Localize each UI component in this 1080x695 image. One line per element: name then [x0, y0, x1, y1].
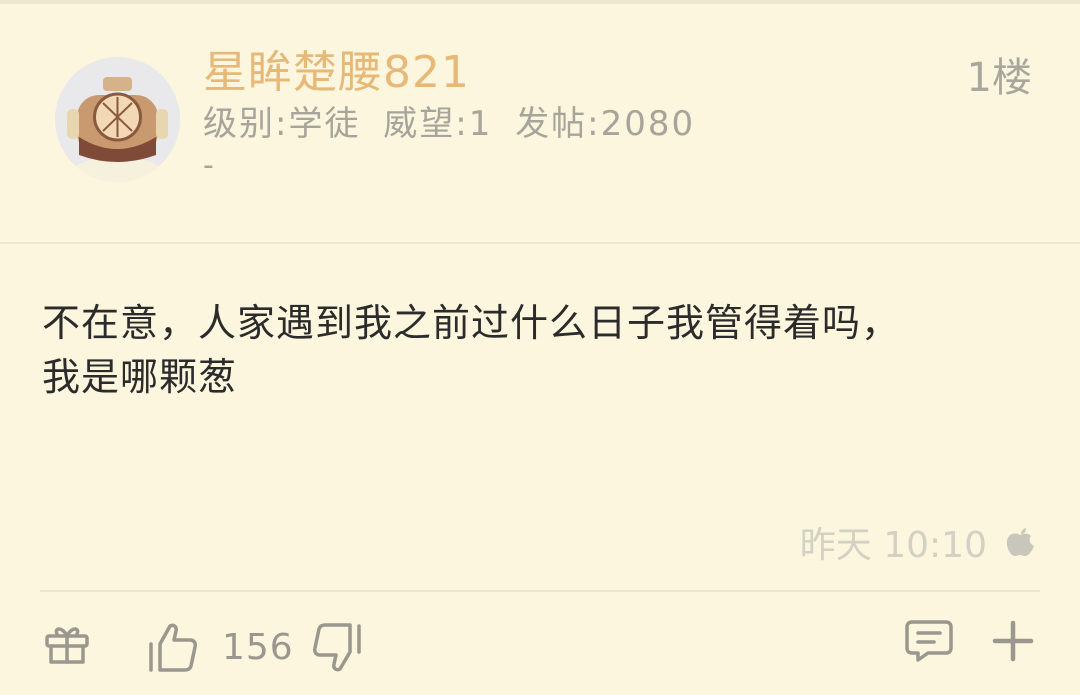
diving-helmet-avatar-icon	[55, 57, 180, 182]
user-reputation: 威望:1	[383, 104, 493, 144]
footer-divider	[40, 590, 1040, 592]
avatar[interactable]	[55, 57, 180, 182]
plus-icon[interactable]	[992, 620, 1034, 662]
post-content-line-1: 不在意，人家遇到我之前过什么日子我管得着吗，	[42, 301, 901, 345]
post-content: 不在意，人家遇到我之前过什么日子我管得着吗， 我是哪颗葱	[42, 296, 1042, 404]
thumbs-down-icon[interactable]	[310, 622, 364, 674]
floor-number: 1楼	[966, 55, 1032, 101]
thumbs-up-icon[interactable]	[146, 620, 198, 674]
header-divider	[0, 242, 1080, 244]
post-timestamp: 昨天 10:10	[799, 525, 987, 566]
username[interactable]: 星眸楚腰821	[203, 36, 470, 100]
user-level: 级别:学徒	[203, 104, 361, 144]
gift-icon[interactable]	[44, 620, 90, 666]
apple-icon	[1006, 528, 1034, 556]
signature: -	[203, 148, 214, 183]
like-count: 156	[222, 627, 294, 668]
user-meta: 级别:学徒 威望:1 发帖:2080	[203, 96, 705, 145]
user-post-count: 发帖:2080	[515, 104, 696, 144]
top-divider	[0, 0, 1080, 4]
comment-icon[interactable]	[904, 618, 954, 664]
post-content-line-2: 我是哪颗葱	[42, 355, 238, 399]
